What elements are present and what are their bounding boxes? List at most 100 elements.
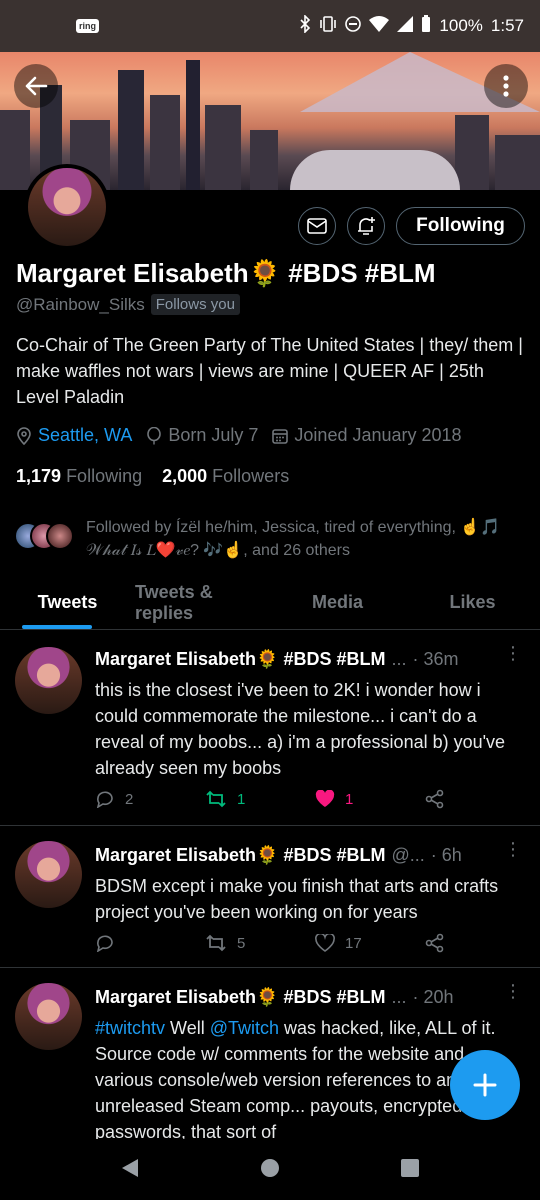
- share-button[interactable]: [425, 789, 465, 809]
- following-button[interactable]: Following: [396, 207, 525, 245]
- triangle-back-icon: [122, 1158, 138, 1177]
- tweet-more-icon[interactable]: ⋮: [504, 840, 522, 858]
- vibrate-icon: [319, 15, 337, 37]
- tweet-author-handle: @...: [391, 845, 425, 865]
- notifications-button[interactable]: [347, 207, 385, 245]
- nav-recents-button[interactable]: [400, 1158, 420, 1183]
- followers-count-link[interactable]: 2,000 Followers: [162, 466, 289, 487]
- reply-button[interactable]: [95, 933, 205, 953]
- banner-building: [186, 60, 200, 190]
- retweet-button[interactable]: 5: [205, 933, 315, 953]
- hashtag-link[interactable]: #twitchtv: [95, 1018, 165, 1038]
- status-bar: ring 100% 1:57: [0, 0, 540, 52]
- tweet-actions: 5 17: [95, 933, 475, 953]
- tab-tweets-replies[interactable]: Tweets & replies: [135, 576, 270, 629]
- tweet-text-part: Well: [165, 1018, 210, 1038]
- signal-icon: [397, 15, 414, 37]
- mention-link[interactable]: @Twitch: [210, 1018, 279, 1038]
- tweet-text: BDSM except i make you finish that arts …: [95, 876, 499, 922]
- more-options-button[interactable]: [484, 64, 528, 108]
- like-button[interactable]: 17: [315, 933, 425, 953]
- nav-home-button[interactable]: [260, 1158, 280, 1183]
- profile-avatar[interactable]: [24, 164, 110, 250]
- tweet-more-icon[interactable]: ⋮: [504, 644, 522, 662]
- reply-button[interactable]: 2: [95, 789, 205, 809]
- avatar-image: [15, 841, 82, 908]
- tweet-author-name: Margaret Elisabeth🌻 #BDS #BLM: [95, 845, 386, 865]
- like-button[interactable]: 1: [315, 789, 425, 809]
- location-link[interactable]: Seattle, WA: [38, 425, 132, 446]
- profile-name: Margaret Elisabeth🌻 #BDS #BLM: [16, 258, 436, 288]
- calendar-icon: [272, 428, 289, 444]
- tweet-author-name: Margaret Elisabeth🌻 #BDS #BLM: [95, 987, 386, 1007]
- location-pin-icon: [17, 426, 31, 445]
- follow-counts: 1,179 Following 2,000 Followers: [16, 466, 289, 487]
- retweet-icon: [206, 790, 226, 808]
- reply-count: 2: [125, 790, 134, 808]
- avatar[interactable]: [15, 647, 82, 714]
- like-count: 1: [345, 790, 354, 808]
- tweet-actions: 2 1 1: [95, 789, 475, 809]
- kebab-menu-icon: [503, 75, 509, 97]
- birthday-text: Born July 7: [168, 425, 259, 445]
- system-nav-bar: [0, 1140, 540, 1200]
- following-count: 1,179: [16, 466, 62, 486]
- compose-tweet-button[interactable]: [450, 1050, 520, 1120]
- tweet-time: · 36m: [412, 649, 459, 669]
- tweet[interactable]: Margaret Elisabeth🌻 #BDS #BLM ... · 20h …: [0, 969, 540, 1140]
- followed-by-row[interactable]: Followed by Ízël he/him, Jessica, tired …: [14, 516, 526, 562]
- share-button[interactable]: [425, 933, 465, 953]
- following-count-link[interactable]: 1,179 Following: [16, 466, 142, 487]
- joined-text: Joined January 2018: [294, 425, 462, 445]
- tab-media[interactable]: Media: [270, 576, 405, 629]
- do-not-disturb-icon: [345, 15, 362, 37]
- tweet-author-name: Margaret Elisabeth🌻 #BDS #BLM: [95, 649, 386, 669]
- like-count: 17: [345, 934, 362, 952]
- tweet-header: Margaret Elisabeth🌻 #BDS #BLM ... · 20h: [95, 987, 515, 1008]
- banner-building: [118, 70, 144, 190]
- joined-item: Joined January 2018: [272, 425, 462, 446]
- square-recents-icon: [401, 1158, 419, 1177]
- retweet-count: 5: [237, 934, 246, 952]
- retweet-icon: [206, 934, 226, 952]
- banner-building: [495, 135, 540, 190]
- nav-back-button[interactable]: [120, 1157, 140, 1184]
- reply-icon: [96, 935, 113, 952]
- avatar: [46, 522, 74, 550]
- followers-label: Followers: [212, 466, 290, 486]
- share-icon: [425, 933, 444, 953]
- following-label: Following: [66, 466, 143, 486]
- balloon-icon: [147, 426, 162, 444]
- follows-you-badge: Follows you: [150, 294, 240, 315]
- tweet[interactable]: Margaret Elisabeth🌻 #BDS #BLM @... · 6h …: [0, 827, 540, 968]
- avatar[interactable]: [15, 983, 82, 1050]
- tweet-header: Margaret Elisabeth🌻 #BDS #BLM @... · 6h: [95, 845, 515, 866]
- profile-meta: Seattle, WA Born July 7 Joined January 2…: [16, 425, 476, 446]
- arrow-left-icon: [25, 76, 48, 96]
- message-button[interactable]: [298, 207, 336, 245]
- tweet-text: this is the closest i've been to 2K! i w…: [95, 680, 506, 778]
- tab-likes[interactable]: Likes: [405, 576, 540, 629]
- tweet-author-handle: ...: [391, 987, 407, 1007]
- envelope-icon: [307, 218, 327, 234]
- back-button[interactable]: [14, 64, 58, 108]
- tab-tweets[interactable]: Tweets: [0, 576, 135, 629]
- profile-tabs: Tweets Tweets & replies Media Likes: [0, 576, 540, 630]
- tweet-time: · 6h: [430, 845, 462, 865]
- banner-building: [205, 105, 241, 190]
- banner-building: [455, 115, 489, 190]
- followers-count: 2,000: [162, 466, 208, 486]
- avatar[interactable]: [15, 841, 82, 908]
- heart-icon: [315, 934, 335, 952]
- tweet[interactable]: Margaret Elisabeth🌻 #BDS #BLM ... · 36m …: [0, 631, 540, 826]
- avatar-image: [15, 647, 82, 714]
- retweet-count: 1: [237, 790, 246, 808]
- wifi-icon: [369, 15, 390, 37]
- share-icon: [425, 789, 444, 809]
- battery-percent: 100%: [439, 16, 483, 35]
- follower-avatars: [14, 516, 78, 556]
- reply-icon: [96, 791, 113, 808]
- tweet-more-icon[interactable]: ⋮: [504, 982, 522, 1000]
- retweet-button[interactable]: 1: [205, 789, 315, 809]
- followed-by-text: Followed by Ízël he/him, Jessica, tired …: [86, 519, 501, 559]
